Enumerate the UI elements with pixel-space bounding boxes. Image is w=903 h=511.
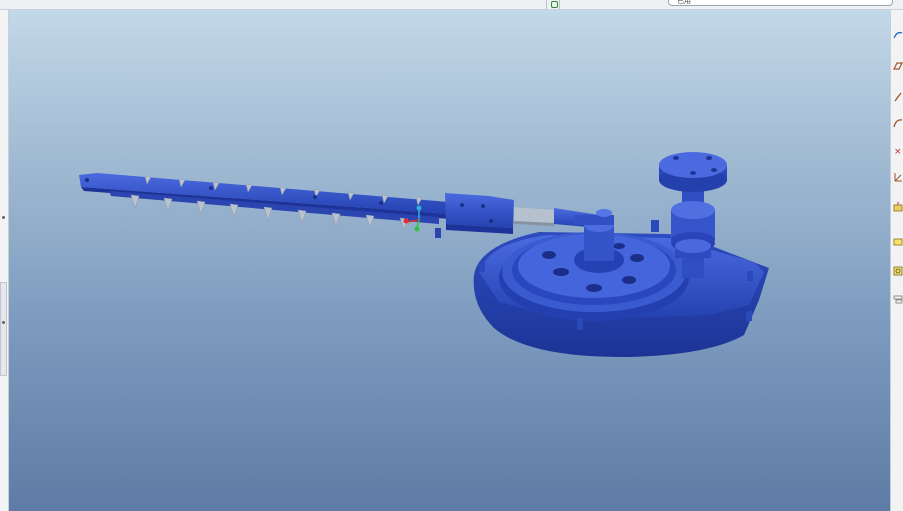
axis-tool-icon	[894, 92, 902, 102]
datum-toolbar: × ×	[890, 10, 903, 511]
sketch-tool-icon	[893, 31, 903, 39]
coordinate-system-button[interactable]	[892, 170, 903, 184]
view-tool-button[interactable]	[892, 264, 903, 278]
splitter-dot	[2, 321, 5, 324]
model-tree-collapsed-panel	[0, 10, 9, 511]
gear-housing-base[interactable]	[473, 209, 769, 358]
model-render	[79, 152, 769, 358]
view-tool-icon	[893, 266, 903, 276]
splitter-dot	[2, 216, 5, 219]
status-indicator[interactable]	[546, 0, 560, 9]
point-tool-icon: ×	[894, 147, 902, 156]
axis-tool-button[interactable]	[892, 90, 903, 104]
analysis-tool-button[interactable]: ×	[892, 200, 903, 214]
svg-text:×: ×	[894, 147, 902, 156]
panel-resize-handle[interactable]	[0, 282, 7, 376]
sketch-tool-button[interactable]	[892, 28, 903, 42]
coordinate-system-icon	[894, 173, 902, 182]
status-icon	[551, 1, 558, 8]
svg-text:×: ×	[896, 201, 900, 207]
3d-graphics-viewport[interactable]	[9, 10, 890, 511]
plane-tool-button[interactable]	[892, 59, 903, 73]
top-toolbar: 已用	[0, 0, 903, 10]
search-input[interactable]: 已用	[668, 0, 893, 6]
layer-tool-button[interactable]	[892, 293, 903, 307]
plane-tool-icon	[893, 62, 903, 70]
layer-tool-icon	[893, 295, 903, 304]
curve-tool-button[interactable]	[892, 116, 903, 130]
analysis-tool-icon: ×	[893, 201, 903, 212]
annotation-tool-button[interactable]	[892, 235, 903, 249]
annotation-tool-icon	[893, 238, 903, 246]
cutter-blade-bar[interactable]	[79, 173, 450, 230]
point-tool-button[interactable]: ×	[892, 143, 903, 157]
curve-tool-icon	[893, 119, 903, 128]
